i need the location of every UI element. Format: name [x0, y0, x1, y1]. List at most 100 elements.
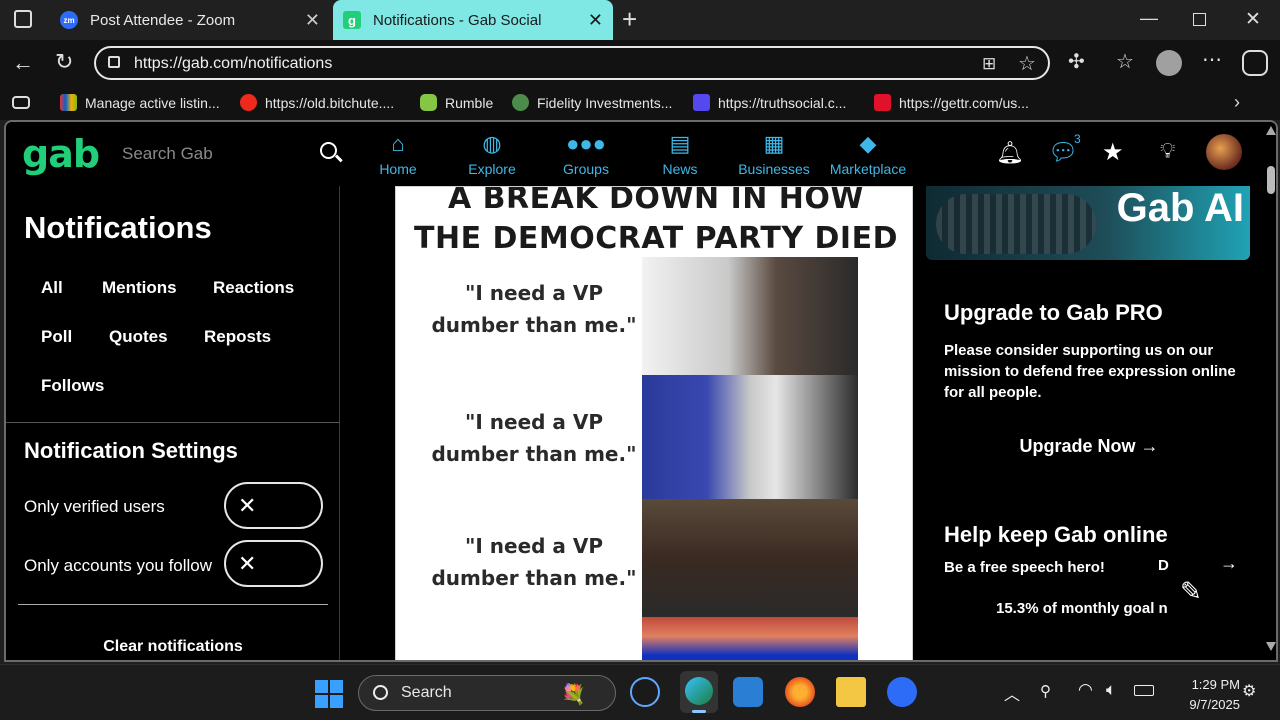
rumble-icon	[420, 94, 437, 111]
web-page: gab Search Gab ⌂ Home ◍ Explore ●●● Grou…	[4, 120, 1278, 662]
url-text[interactable]: https://gab.com/notifications	[134, 55, 332, 73]
back-icon[interactable]: ←	[12, 52, 34, 74]
search-input[interactable]: Search Gab	[122, 144, 213, 164]
bookmark-fidelity[interactable]: Fidelity Investments...	[512, 94, 672, 111]
nav-explore[interactable]: ◍ Explore	[446, 130, 538, 177]
user-avatar[interactable]	[1206, 134, 1242, 170]
apps-icon[interactable]: ⊞	[982, 54, 996, 74]
meme-headline-line1: A BREAK DOWN IN HOW	[448, 186, 864, 216]
pencil-icon[interactable]: ✎	[1180, 576, 1202, 607]
close-window-icon[interactable]: ✕	[1245, 8, 1261, 31]
system-clock[interactable]: 1:29 PM 9/7/2025	[1160, 675, 1240, 715]
notification-center-icon[interactable]: ⚙	[1242, 681, 1256, 701]
gab-top-nav: gab Search Gab ⌂ Home ◍ Explore ●●● Grou…	[6, 122, 1266, 186]
fidelity-icon	[512, 94, 529, 111]
filter-reposts[interactable]: Reposts	[204, 327, 271, 347]
address-bar[interactable]: https://gab.com/notifications ⊞ ☆	[94, 46, 1050, 80]
copilot-icon[interactable]	[1242, 50, 1268, 76]
meme-caption: "I need a VP dumber than me."	[431, 410, 637, 466]
gab-logo[interactable]: gab	[22, 132, 100, 176]
scroll-up-icon[interactable]	[1266, 126, 1276, 135]
lightbulb-icon[interactable]: 💡︎	[1160, 138, 1175, 164]
nav-home[interactable]: ⌂ Home	[352, 130, 444, 177]
toggle-following[interactable]: ✕	[224, 540, 323, 587]
scroll-thumb[interactable]	[1267, 166, 1275, 194]
browser-tab-strip: zm Post Attendee - Zoom ✕ g Notification…	[0, 0, 1280, 40]
clear-notifications-button[interactable]: Clear notifications	[6, 638, 340, 656]
filter-all[interactable]: All	[41, 278, 63, 298]
bookmark-bitchute[interactable]: https://old.bitchute....	[240, 94, 394, 111]
minimize-icon[interactable]: —	[1140, 8, 1158, 29]
pro-title: Upgrade to Gab PRO	[944, 300, 1163, 325]
firefox-icon[interactable]	[785, 677, 815, 707]
meme-photo	[642, 257, 858, 375]
goal-progress-text: 15.3% of monthly goal n	[996, 600, 1168, 617]
donate-link-cut[interactable]: D	[1158, 557, 1169, 574]
filter-mentions[interactable]: Mentions	[102, 278, 177, 298]
network-icon[interactable]: ⚲	[1040, 682, 1051, 700]
star-icon[interactable]: ★	[1102, 138, 1124, 167]
favorite-star-icon[interactable]: ☆	[1018, 51, 1036, 76]
bookmark-gettr[interactable]: https://gettr.com/us...	[874, 94, 1029, 111]
filter-follows[interactable]: Follows	[41, 376, 104, 396]
windows-taskbar: Search 💐 ︿ ⚲ ◠ 🔈︎ 1:29 PM 9/7/2025 ⚙	[0, 664, 1280, 720]
bell-icon[interactable]: 🔔︎	[996, 140, 1024, 166]
wifi-icon[interactable]: ◠	[1078, 680, 1093, 700]
search-icon-handle	[335, 154, 343, 162]
tab-title: Notifications - Gab Social	[373, 11, 542, 29]
notifications-sidebar: Notifications All Mentions Reactions Pol…	[6, 186, 340, 660]
gab-ai-banner[interactable]: Gab AI	[926, 186, 1250, 260]
zoom-icon: zm	[60, 11, 78, 29]
nav-news[interactable]: ▤ News	[634, 130, 726, 177]
lock-icon[interactable]	[108, 56, 120, 68]
filter-poll[interactable]: Poll	[41, 327, 72, 347]
edge-icon[interactable]	[680, 671, 718, 713]
close-tab-icon[interactable]: ✕	[588, 10, 603, 31]
more-icon[interactable]: ⋯	[1202, 50, 1222, 70]
filter-reactions[interactable]: Reactions	[213, 278, 294, 298]
tab-gab[interactable]: g Notifications - Gab Social ✕	[333, 0, 613, 40]
taskbar-search[interactable]: Search 💐	[358, 675, 616, 711]
grid-icon: ▦	[763, 131, 785, 156]
nav-marketplace[interactable]: ◆ Marketplace	[822, 130, 914, 177]
new-tab-button[interactable]: +	[622, 4, 637, 35]
refresh-icon[interactable]: ↻	[55, 51, 73, 73]
toggle-verified[interactable]: ✕	[224, 482, 323, 529]
extensions-icon[interactable]: ✣	[1068, 52, 1085, 72]
scroll-down-icon[interactable]	[1266, 642, 1276, 651]
bookmark-ebay[interactable]: Manage active listin...	[60, 94, 220, 111]
tab-title: Post Attendee - Zoom	[90, 11, 236, 29]
file-explorer-icon[interactable]	[836, 677, 866, 707]
bookmark-rumble[interactable]: Rumble	[420, 94, 493, 111]
nav-businesses[interactable]: ▦ Businesses	[728, 130, 820, 177]
close-tab-icon[interactable]: ✕	[305, 10, 320, 31]
tab-zoom[interactable]: zm Post Attendee - Zoom ✕	[50, 0, 330, 40]
setting-label-verified: Only verified users	[24, 497, 165, 516]
reading-icon[interactable]	[12, 96, 30, 109]
restore-icon[interactable]	[1193, 13, 1206, 26]
volume-icon[interactable]: 🔈︎	[1106, 680, 1116, 700]
arrow-right-icon[interactable]: →	[1220, 553, 1238, 574]
favorites-icon[interactable]: ☆	[1116, 52, 1134, 72]
battery-icon[interactable]	[1134, 685, 1154, 696]
tab-actions-icon[interactable]	[14, 10, 32, 28]
bookmark-truthsocial[interactable]: https://truthsocial.c...	[693, 94, 846, 111]
chevron-up-icon[interactable]: ︿	[1004, 681, 1020, 705]
settings-title: Notification Settings	[24, 438, 238, 463]
search-icon	[373, 685, 388, 700]
filter-quotes[interactable]: Quotes	[109, 327, 168, 347]
nav-groups[interactable]: ●●● Groups	[540, 130, 632, 177]
profile-avatar[interactable]	[1156, 50, 1182, 76]
hp-icon[interactable]	[630, 677, 660, 707]
home-icon: ⌂	[391, 131, 405, 156]
divider	[18, 604, 328, 605]
page-scrollbar[interactable]	[1264, 122, 1276, 660]
post-media[interactable]: A BREAK DOWN IN HOW THE DEMOCRAT PARTY D…	[395, 186, 913, 660]
help-icon[interactable]	[733, 677, 763, 707]
zoom-app-icon[interactable]	[887, 677, 917, 707]
bookmarks-bar: Manage active listin... https://old.bitc…	[0, 86, 1280, 120]
meme-caption: "I need a VP dumber than me."	[431, 534, 637, 590]
chevron-right-icon[interactable]: ›	[1234, 92, 1240, 113]
upgrade-now-button[interactable]: Upgrade Now →	[926, 436, 1252, 457]
windows-start-icon[interactable]	[315, 680, 343, 708]
